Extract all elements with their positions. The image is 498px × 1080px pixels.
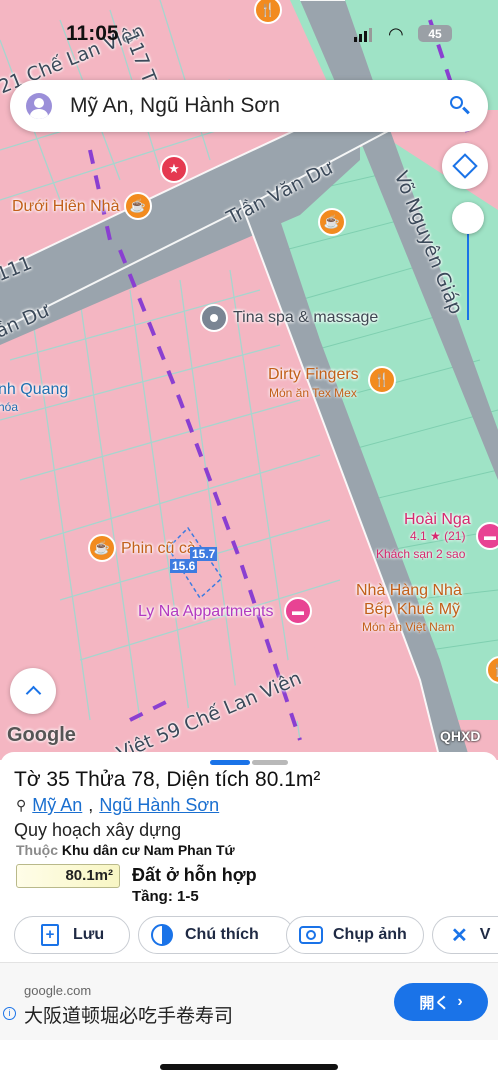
status-bar: 11:05 ◠ 45 <box>0 0 498 62</box>
sheet-handle[interactable] <box>252 760 288 765</box>
ward-link[interactable]: Mỹ An <box>32 795 82 816</box>
pin-glyph-icon: ★ <box>168 161 180 176</box>
separator: , <box>88 795 94 815</box>
layers-icon <box>452 153 478 179</box>
search-query[interactable]: Mỹ An, Ngũ Hành Sơn <box>70 94 448 118</box>
layers-button[interactable] <box>442 143 488 189</box>
fork-knife-icon: 🍴 <box>373 372 391 387</box>
district-link[interactable]: Ngũ Hành Sơn <box>99 795 219 816</box>
battery-icon: 45 <box>418 25 452 42</box>
poi-label[interactable]: Nhà Hàng Nhà <box>356 582 462 600</box>
poi-label[interactable]: nh Quang <box>0 381 68 399</box>
poi-label[interactable]: Dirty Fingers <box>268 366 359 384</box>
capture-button[interactable]: Chụp ảnh <box>286 916 424 954</box>
expand-button[interactable] <box>10 668 56 714</box>
poi-label[interactable]: Dưới Hiên Nhà <box>12 198 119 216</box>
poi-label[interactable]: Ly Na Appartments <box>138 603 273 621</box>
place-icon[interactable] <box>200 304 228 332</box>
cup-icon: ☕ <box>323 214 341 229</box>
cafe-icon[interactable]: ☕ <box>124 192 152 220</box>
search-bar[interactable]: Mỹ An, Ngũ Hành Sơn <box>10 80 488 132</box>
belong-row: Thuộc Khu dân cư Nam Phan Tứ <box>16 842 235 858</box>
chevron-right-icon: › <box>457 993 463 1010</box>
ad-open-label: 開く <box>419 994 450 1012</box>
poi-label[interactable]: Hoài Nga <box>404 511 471 529</box>
hotel-icon[interactable]: ▬ <box>476 522 498 550</box>
poi-label[interactable]: Phin cũ cà <box>121 540 196 558</box>
land-use: Đất ở hỗn hợp <box>132 865 257 885</box>
avatar[interactable] <box>26 93 52 119</box>
tools-icon: ✕ <box>451 924 468 947</box>
save-button[interactable]: + Lưu <box>14 916 130 954</box>
cafe-icon[interactable]: ☕ <box>318 208 346 236</box>
parcel-title: Tờ 35 Thửa 78, Diện tích 80.1m² <box>14 768 321 791</box>
search-icon[interactable] <box>448 94 472 118</box>
plan-label: Quy hoạch xây dựng <box>14 820 182 840</box>
hotel-icon[interactable]: ▬ <box>284 597 312 625</box>
add-bookmark-icon: + <box>41 924 59 946</box>
battery-level: 45 <box>428 26 442 41</box>
save-label: Lưu <box>73 926 105 943</box>
parcel-dimension-label: 15.6 <box>170 559 198 573</box>
more-button[interactable]: ✕ V <box>432 916 498 954</box>
poi-sublabel: hóa <box>0 400 19 414</box>
location-row: ⚲ Mỹ An , Ngũ Hành Sơn <box>16 795 219 816</box>
area-badge: 80.1m² <box>16 864 120 888</box>
camera-icon <box>299 926 323 944</box>
more-label: V <box>479 926 491 943</box>
home-indicator[interactable] <box>160 1064 338 1070</box>
google-logo: Google <box>7 724 76 746</box>
ad-open-button[interactable]: 開く › <box>394 983 488 1021</box>
signal-icon <box>354 28 374 42</box>
ad-info-icon[interactable]: i <box>3 1007 16 1020</box>
pin-icon[interactable]: ★ <box>160 155 188 183</box>
belong-prefix: Thuộc <box>16 842 58 858</box>
sheet-handle[interactable] <box>210 760 250 765</box>
status-time: 11:05 <box>66 22 119 45</box>
floors: Tầng: 1-5 <box>132 888 199 905</box>
poi-label[interactable]: Bếp Khuê Mỹ <box>364 601 460 619</box>
annotate-label: Chú thích <box>185 926 259 943</box>
contrast-icon <box>151 924 173 946</box>
restaurant-icon[interactable]: 🍴 <box>368 366 396 394</box>
poi-label[interactable]: Tina spa & massage <box>233 309 378 327</box>
fork-knife-icon: 🍴 <box>492 662 498 678</box>
slider-track <box>467 220 469 320</box>
cafe-icon[interactable]: ☕ <box>88 534 116 562</box>
poi-sublabel: Món ăn Việt Nam <box>362 620 455 634</box>
poi-rating: 4.1 ★ (21) <box>410 529 466 543</box>
location-pin-icon: ⚲ <box>16 797 27 813</box>
bed-icon: ▬ <box>292 604 304 618</box>
cup-icon: ☕ <box>129 198 147 213</box>
chevron-up-icon <box>25 685 41 702</box>
belong-area: Khu dân cư Nam Phan Tứ <box>61 842 235 858</box>
ad-text: 大阪道顿堀必吃手卷寿司 <box>24 1006 234 1027</box>
place-dot-icon <box>210 314 218 322</box>
wifi-icon: ◠ <box>388 24 404 44</box>
annotate-button[interactable]: Chú thích <box>138 916 294 954</box>
ad-banner[interactable]: google.com i 大阪道顿堀必吃手卷寿司 開く › <box>0 962 498 1040</box>
poi-sublabel: Khách sạn 2 sao <box>376 547 466 561</box>
ad-domain: google.com <box>24 983 92 998</box>
bed-icon: ▬ <box>484 529 496 543</box>
slider-thumb[interactable] <box>452 202 484 234</box>
poi-sublabel: Món ăn Tex Mex <box>269 386 357 400</box>
cup-icon: ☕ <box>93 540 111 555</box>
opacity-slider[interactable] <box>450 200 486 324</box>
capture-label: Chụp ảnh <box>333 926 407 943</box>
layer-tag: QHXD <box>440 728 481 744</box>
